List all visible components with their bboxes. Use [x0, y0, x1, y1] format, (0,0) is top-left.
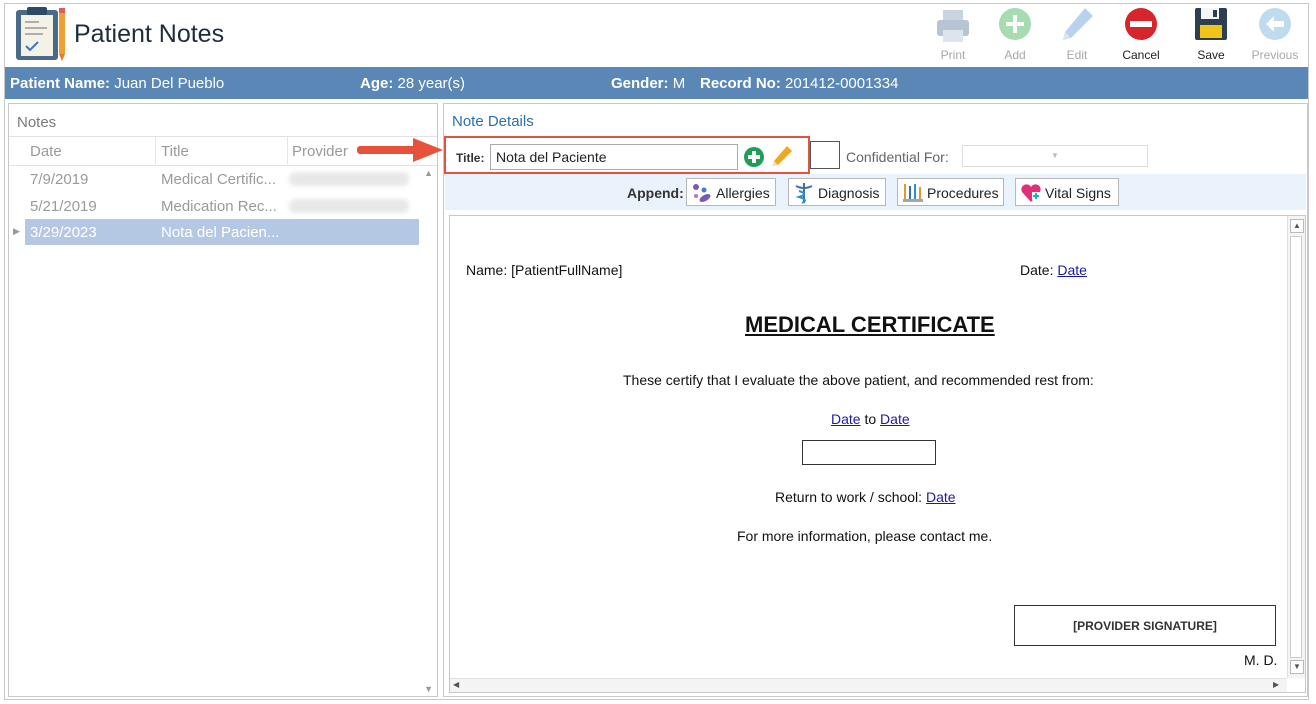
patient-age: Age: 28 year(s) — [360, 75, 466, 92]
heart-pulse-icon — [1021, 184, 1041, 202]
scroll-right-icon[interactable]: ▶ — [1273, 680, 1279, 689]
scroll-down-icon[interactable]: ▼ — [1290, 660, 1304, 674]
redacted-provider — [289, 172, 409, 186]
cancel-button[interactable]: Cancel — [1110, 6, 1172, 64]
note-date: 3/29/2023 — [30, 224, 97, 241]
date-link[interactable]: Date — [1057, 262, 1087, 278]
table-row[interactable]: 7/9/2019 Medical Certific... — [25, 166, 419, 192]
annotation-arrow-icon — [357, 138, 443, 162]
clipboard-note-icon — [13, 6, 67, 62]
column-divider — [287, 137, 288, 164]
scroll-down-icon[interactable]: ▼ — [424, 684, 433, 694]
add-title-icon[interactable] — [743, 146, 765, 168]
column-header-date[interactable]: Date — [30, 143, 62, 160]
scroll-up-icon[interactable]: ▲ — [1290, 219, 1304, 233]
pencil-icon — [1063, 8, 1093, 40]
note-title: Medical Certific... — [161, 171, 277, 188]
scroll-up-icon[interactable]: ▲ — [424, 168, 433, 178]
note-document-editor[interactable]: Name: [PatientFullName] Date: Date MEDIC… — [449, 215, 1306, 693]
confidential-select[interactable]: ▼ — [962, 145, 1148, 167]
note-title: Medication Rec... — [161, 198, 277, 215]
title-input[interactable] — [490, 144, 738, 170]
document-heading: MEDICAL CERTIFICATE — [745, 312, 995, 337]
medical-tools-icon — [903, 184, 923, 202]
patient-gender: Gender: M — [611, 75, 686, 92]
vertical-scrollbar[interactable]: ▲ ▼ — [1287, 216, 1305, 678]
note-date: 5/21/2019 — [30, 198, 97, 215]
scroll-left-icon[interactable]: ◀ — [453, 680, 459, 689]
column-header-title[interactable]: Title — [161, 143, 189, 160]
rest-days-input[interactable] — [802, 440, 936, 465]
date-line: Date: Date — [1020, 262, 1087, 278]
return-date-link[interactable]: Date — [926, 489, 956, 505]
column-header-provider[interactable]: Provider — [292, 143, 348, 160]
patient-info-bar: Patient Name: Juan Del Pueblo Age: 28 ye… — [5, 67, 1308, 99]
title-field-highlight: Title: — [444, 136, 810, 174]
add-button[interactable]: Add — [984, 6, 1046, 64]
minus-circle-icon — [1125, 8, 1157, 40]
plus-circle-icon — [999, 8, 1031, 40]
edit-title-icon[interactable] — [771, 145, 793, 167]
caduceus-icon — [795, 183, 813, 204]
chevron-down-icon: ▼ — [1051, 151, 1059, 160]
note-details-title: Note Details — [452, 113, 534, 130]
app-title: Patient Notes — [74, 20, 225, 48]
contact-text: For more information, please contact me. — [737, 528, 993, 544]
notes-panel-title: Notes — [17, 114, 57, 131]
table-row[interactable]: 5/21/2019 Medication Rec... — [25, 193, 419, 219]
column-divider — [155, 137, 156, 164]
signature-box: [PROVIDER SIGNATURE] — [1014, 605, 1276, 646]
floppy-disk-icon — [1195, 8, 1227, 40]
note-details-panel: Note Details Title: Confidential For: ▼ … — [443, 103, 1308, 697]
rest-to-date-link[interactable]: Date — [880, 411, 910, 427]
print-button[interactable]: Print — [922, 6, 984, 64]
previous-button[interactable]: Previous — [1244, 6, 1306, 64]
certify-text: These certify that I evaluate the above … — [623, 372, 1094, 388]
patient-record: Record No: 201412-0001334 — [700, 75, 899, 92]
append-allergies-button[interactable]: Allergies — [686, 178, 776, 206]
rest-from-date-link[interactable]: Date — [831, 411, 861, 427]
confidential-checkbox[interactable] — [810, 141, 840, 169]
horizontal-scrollbar[interactable]: ◀ ▶ — [450, 678, 1287, 692]
return-line: Return to work / school: Date — [775, 489, 956, 505]
rest-date-range: Date to Date — [831, 411, 910, 427]
title-label: Title: — [456, 151, 485, 165]
printer-icon — [937, 10, 969, 42]
notes-panel: Notes Date Title Provider ▲ 7/9/2019 Med… — [8, 103, 438, 697]
redacted-provider — [289, 199, 409, 213]
scroll-thumb[interactable] — [1290, 236, 1302, 658]
row-indicator-icon: ▶ — [13, 226, 20, 236]
arrow-left-circle-icon — [1259, 8, 1291, 40]
save-button[interactable]: Save — [1180, 6, 1242, 64]
provider-signature: [PROVIDER SIGNATURE] — [1073, 619, 1217, 633]
note-date: 7/9/2019 — [30, 171, 89, 188]
pills-icon — [693, 184, 711, 202]
table-row-selected[interactable]: 3/29/2023 Nota del Pacien... — [25, 219, 419, 245]
md-label: M. D. — [1244, 652, 1278, 668]
append-diagnosis-button[interactable]: Diagnosis — [788, 178, 886, 206]
append-procedures-button[interactable]: Procedures — [897, 178, 1004, 206]
append-label: Append: — [627, 185, 684, 201]
patient-name: Patient Name: Juan Del Pueblo — [10, 75, 225, 92]
note-title: Nota del Pacien... — [161, 224, 280, 241]
confidential-label: Confidential For: — [846, 149, 949, 165]
append-toolbar: Append: Allergies Diagnosis Procedures V… — [445, 174, 1306, 210]
patient-name-field: Name: [PatientFullName] — [466, 262, 623, 278]
append-vital-signs-button[interactable]: Vital Signs — [1015, 178, 1119, 206]
edit-button[interactable]: Edit — [1046, 6, 1108, 64]
